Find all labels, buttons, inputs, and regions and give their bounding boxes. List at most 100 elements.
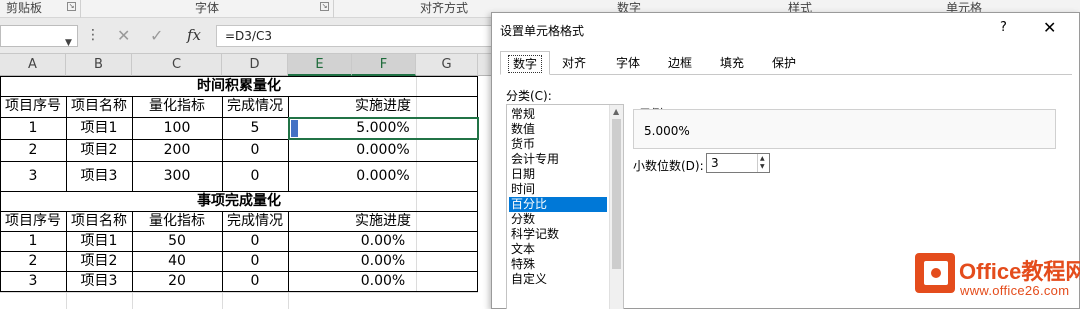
table-header[interactable]: 实施进度 xyxy=(288,96,478,117)
table-cell[interactable]: 100 xyxy=(132,117,222,139)
table-cell[interactable]: 40 xyxy=(132,251,222,271)
category-list[interactable]: 常规 数值 货币 会计专用 日期 时间 百分比 分数 科学记数 文本 特殊 自定… xyxy=(506,104,624,309)
list-item-selected[interactable]: 百分比 xyxy=(509,197,607,212)
list-item[interactable]: 常规 xyxy=(509,107,607,122)
table-cell[interactable]: 200 xyxy=(132,139,222,161)
column-header-d[interactable]: D xyxy=(222,54,288,76)
tab-fill[interactable]: 填充 xyxy=(712,51,752,75)
column-header-b[interactable]: B xyxy=(66,54,132,76)
tab-protection[interactable]: 保护 xyxy=(764,51,804,75)
table-cell[interactable]: 2 xyxy=(0,251,66,271)
list-item[interactable]: 文本 xyxy=(509,242,607,257)
table-cell[interactable]: 1 xyxy=(0,231,66,251)
table-cell[interactable]: 项目2 xyxy=(66,139,132,161)
table-header[interactable]: 完成情况 xyxy=(222,211,288,231)
list-item[interactable]: 日期 xyxy=(509,167,607,182)
table-cell[interactable]: 5 xyxy=(222,117,288,139)
column-header-a[interactable]: A xyxy=(0,54,66,76)
list-item[interactable]: 科学记数 xyxy=(509,227,607,242)
scrollbar-thumb[interactable] xyxy=(612,119,621,269)
list-item[interactable]: 数值 xyxy=(509,122,607,137)
table-cell[interactable]: 0 xyxy=(222,139,288,161)
table-cell[interactable]: 300 xyxy=(132,161,222,191)
close-icon[interactable]: ✕ xyxy=(1043,18,1056,37)
decimal-places-stepper[interactable]: 3 ▲ ▼ xyxy=(706,153,770,173)
table-header[interactable]: 项目名称 xyxy=(66,211,132,231)
dialog-title: 设置单元格格式 xyxy=(500,24,585,38)
table-cell[interactable]: 0 xyxy=(222,271,288,291)
table-cell[interactable]: 0.00% xyxy=(288,251,478,271)
column-header-e[interactable]: E xyxy=(288,54,352,76)
table-cell[interactable]: 0 xyxy=(222,231,288,251)
table-cell[interactable]: 3 xyxy=(0,161,66,191)
table-cell[interactable]: 项目3 xyxy=(66,161,132,191)
table-cell[interactable]: 0.00% xyxy=(288,231,478,251)
decimal-places-value: 3 xyxy=(711,156,719,170)
chevron-down-icon[interactable]: ▼ xyxy=(65,38,72,48)
table-title-time-accumulation[interactable]: 时间积累量化 xyxy=(0,76,478,96)
active-cell-selection[interactable] xyxy=(288,117,479,140)
column-header-g[interactable]: G xyxy=(416,54,478,76)
table-header[interactable]: 项目序号 xyxy=(0,211,66,231)
name-box[interactable]: ▼ xyxy=(0,25,78,48)
tab-alignment[interactable]: 对齐 xyxy=(554,51,594,75)
spin-down-icon[interactable]: ▼ xyxy=(760,164,765,170)
table-header[interactable]: 项目序号 xyxy=(0,96,66,117)
table-cell[interactable]: 0.00% xyxy=(288,271,478,291)
table-title-task-completion[interactable]: 事项完成量化 xyxy=(0,191,478,211)
tab-number-label: 数字 xyxy=(507,55,542,73)
help-button[interactable]: ? xyxy=(1000,20,1007,35)
list-item[interactable]: 分数 xyxy=(509,212,607,227)
table-border xyxy=(0,291,478,292)
list-item[interactable]: 会计专用 xyxy=(509,152,607,167)
table-cell[interactable]: 2 xyxy=(0,139,66,161)
gridline xyxy=(0,292,478,293)
table-cell[interactable]: 0.000% xyxy=(288,139,478,161)
list-item[interactable]: 特殊 xyxy=(509,257,607,272)
table-cell[interactable]: 20 xyxy=(132,271,222,291)
list-item[interactable]: 自定义 xyxy=(509,272,607,287)
cell-cursor-marker xyxy=(291,120,298,137)
tab-font[interactable]: 字体 xyxy=(608,51,648,75)
ribbon-group-alignment: 对齐方式 xyxy=(420,1,469,15)
list-item[interactable]: 货币 xyxy=(509,137,607,152)
table-cell[interactable]: 项目1 xyxy=(66,117,132,139)
table-header[interactable]: 项目名称 xyxy=(66,96,132,117)
table-cell[interactable]: 项目1 xyxy=(66,231,132,251)
table-header[interactable]: 实施进度 xyxy=(288,211,478,231)
spin-up-icon[interactable]: ▲ xyxy=(760,156,765,162)
table-header[interactable]: 量化指标 xyxy=(132,96,222,117)
sample-box: 5.000% xyxy=(633,109,1056,149)
watermark-title: Office教程网 xyxy=(959,259,1080,284)
tab-border[interactable]: 边框 xyxy=(660,51,700,75)
list-item[interactable]: 时间 xyxy=(509,182,607,197)
column-header-c[interactable]: C xyxy=(132,54,222,76)
table-cell[interactable]: 0 xyxy=(222,161,288,191)
insert-function-button[interactable]: fx xyxy=(187,26,201,44)
spin-buttons[interactable]: ▲ ▼ xyxy=(757,154,769,172)
table-cell[interactable]: 3 xyxy=(0,271,66,291)
more-options-icon[interactable]: ⋮ xyxy=(86,27,100,43)
table-cell[interactable]: 1 xyxy=(0,117,66,139)
clipboard-launcher-icon[interactable]: ↘ xyxy=(67,2,76,11)
table-cell[interactable]: 0 xyxy=(222,251,288,271)
ribbon-separator xyxy=(333,0,334,18)
ribbon-separator xyxy=(80,0,81,18)
table-header[interactable]: 量化指标 xyxy=(132,211,222,231)
decimal-places-label: 小数位数(D): xyxy=(633,159,704,173)
table-cell[interactable]: 项目3 xyxy=(66,271,132,291)
font-launcher-icon[interactable]: ↘ xyxy=(320,2,329,11)
tab-number[interactable]: 数字 xyxy=(500,51,550,75)
ribbon-group-clipboard: 剪贴板 xyxy=(6,1,43,15)
table-cell[interactable]: 0.000% xyxy=(288,161,478,191)
scroll-up-icon[interactable]: ▲ xyxy=(613,107,619,116)
gridline xyxy=(222,292,223,309)
close-x-icon[interactable]: ✕ xyxy=(117,26,130,45)
column-header-f[interactable]: F xyxy=(352,54,416,76)
category-scrollbar[interactable]: ▲ xyxy=(609,105,623,309)
table-cell[interactable]: 项目2 xyxy=(66,251,132,271)
ribbon-group-font: 字体 xyxy=(195,1,220,15)
table-cell[interactable]: 50 xyxy=(132,231,222,251)
table-header[interactable]: 完成情况 xyxy=(222,96,288,117)
check-icon[interactable]: ✓ xyxy=(150,26,163,45)
